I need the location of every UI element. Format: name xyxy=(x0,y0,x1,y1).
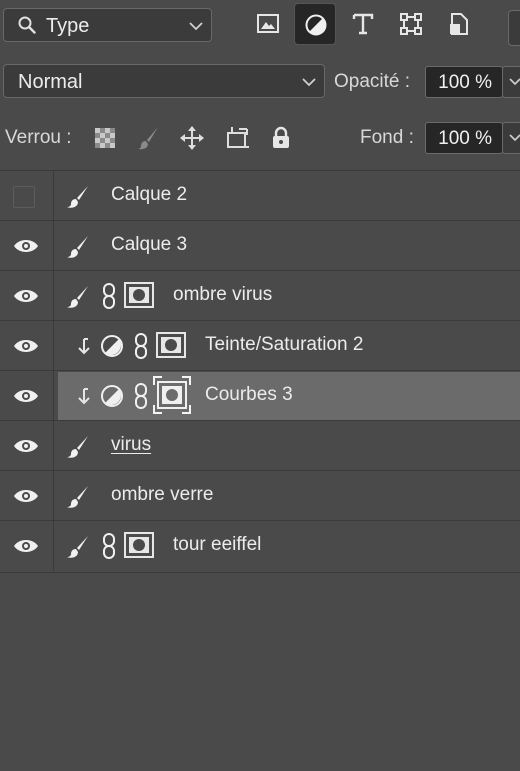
layer-name: Calque 2 xyxy=(111,184,188,205)
chevron-down-icon xyxy=(509,78,520,86)
eye-icon xyxy=(14,390,38,402)
visibility-toggle[interactable] xyxy=(0,421,54,471)
lock-transparency-icon[interactable] xyxy=(92,125,118,151)
layer-name: virus xyxy=(111,434,152,455)
adjustment-icon xyxy=(305,14,327,36)
visibility-toggle[interactable] xyxy=(0,271,54,321)
layer-name: ombre verre xyxy=(111,484,214,505)
layer-row[interactable]: tour eeiffel xyxy=(0,520,520,571)
layer-name: Courbes 3 xyxy=(205,384,293,405)
brush-icon xyxy=(67,186,88,208)
lock-artboard-icon[interactable] xyxy=(224,125,250,151)
smart-object-filter-button[interactable] xyxy=(438,3,480,45)
visibility-toggle[interactable] xyxy=(0,471,54,521)
opacity-field[interactable]: 100 % xyxy=(425,66,503,98)
smart-object-icon xyxy=(450,13,468,35)
layer-row[interactable]: Teinte/Saturation 2 xyxy=(0,320,520,371)
fill-dropdown[interactable] xyxy=(502,122,520,154)
chevron-down-icon xyxy=(189,22,203,31)
blend-bar: Normal Opacité : 100 % xyxy=(0,55,520,110)
eye-icon xyxy=(14,540,38,552)
brush-icon xyxy=(67,236,88,258)
lock-pixels-icon[interactable] xyxy=(136,125,162,151)
text-filter-button[interactable] xyxy=(342,3,384,45)
eye-icon xyxy=(14,290,38,302)
eye-icon xyxy=(14,340,38,352)
layer-row[interactable]: virus xyxy=(0,420,520,471)
layer-filter-bar: Type xyxy=(0,0,520,55)
text-icon xyxy=(352,13,374,35)
lock-all-icon[interactable] xyxy=(268,125,294,151)
lock-label: Verrou : xyxy=(5,127,72,148)
layer-mask-thumbnail[interactable] xyxy=(124,532,154,558)
blend-mode-label: Normal xyxy=(18,71,83,93)
adjustment-icon xyxy=(101,385,123,407)
clipping-arrow-icon xyxy=(78,388,90,405)
link-icon[interactable] xyxy=(133,332,149,360)
layer-mask-thumbnail-selected[interactable] xyxy=(152,375,192,415)
fill-label: Fond : xyxy=(360,127,414,148)
shape-filter-button[interactable] xyxy=(390,3,432,45)
eye-icon xyxy=(14,440,38,452)
adjustment-filter-button[interactable] xyxy=(294,3,336,45)
link-icon[interactable] xyxy=(101,282,117,310)
opacity-value: 100 % xyxy=(438,72,492,93)
brush-icon xyxy=(67,486,88,508)
visibility-toggle[interactable] xyxy=(0,321,54,371)
layer-mask-thumbnail[interactable] xyxy=(156,332,186,358)
clipping-arrow-icon xyxy=(78,338,90,355)
layer-name: tour eeiffel xyxy=(173,534,262,555)
layer-mask-thumbnail[interactable] xyxy=(124,282,154,308)
opacity-label: Opacité : xyxy=(334,71,411,92)
link-icon[interactable] xyxy=(101,532,117,560)
chevron-down-icon xyxy=(302,78,316,87)
link-icon[interactable] xyxy=(133,382,149,410)
chevron-down-icon xyxy=(509,134,520,142)
layer-row[interactable]: ombre verre xyxy=(0,470,520,521)
layer-name: ombre virus xyxy=(173,284,273,305)
eye-icon xyxy=(14,240,38,252)
layer-row[interactable]: Calque 3 xyxy=(0,220,520,271)
shape-icon xyxy=(400,13,422,35)
visibility-toggle[interactable] xyxy=(0,371,54,421)
brush-icon xyxy=(67,536,88,558)
filter-kind-label: Type xyxy=(46,15,90,37)
layers-list-divider xyxy=(0,572,520,573)
image-icon xyxy=(257,14,279,33)
eye-icon xyxy=(14,490,38,502)
layer-row[interactable]: ombre virus xyxy=(0,270,520,321)
visibility-toggle[interactable] xyxy=(0,171,54,221)
brush-icon xyxy=(67,436,88,458)
layer-name: Calque 3 xyxy=(111,234,188,255)
lock-position-icon[interactable] xyxy=(179,125,205,151)
fill-value: 100 % xyxy=(438,128,492,149)
brush-icon xyxy=(67,286,88,308)
image-filter-button[interactable] xyxy=(247,3,289,45)
blend-mode-select[interactable]: Normal xyxy=(3,64,325,98)
fill-field[interactable]: 100 % xyxy=(425,122,503,154)
layer-name: Teinte/Saturation 2 xyxy=(205,334,364,355)
filter-kind-select[interactable]: Type xyxy=(3,8,212,42)
visibility-toggle[interactable] xyxy=(0,521,54,571)
opacity-dropdown[interactable] xyxy=(502,66,520,98)
adjustment-icon xyxy=(101,335,123,357)
search-icon xyxy=(18,16,36,34)
visibility-toggle[interactable] xyxy=(0,221,54,271)
layer-row-selected[interactable]: Courbes 3 xyxy=(0,370,520,421)
hidden-visibility-box xyxy=(13,186,35,208)
filter-toggle-button[interactable] xyxy=(508,10,520,46)
layer-row[interactable]: Calque 2 xyxy=(0,170,520,221)
lock-bar: Verrou : Fond : 100 % xyxy=(0,110,520,168)
